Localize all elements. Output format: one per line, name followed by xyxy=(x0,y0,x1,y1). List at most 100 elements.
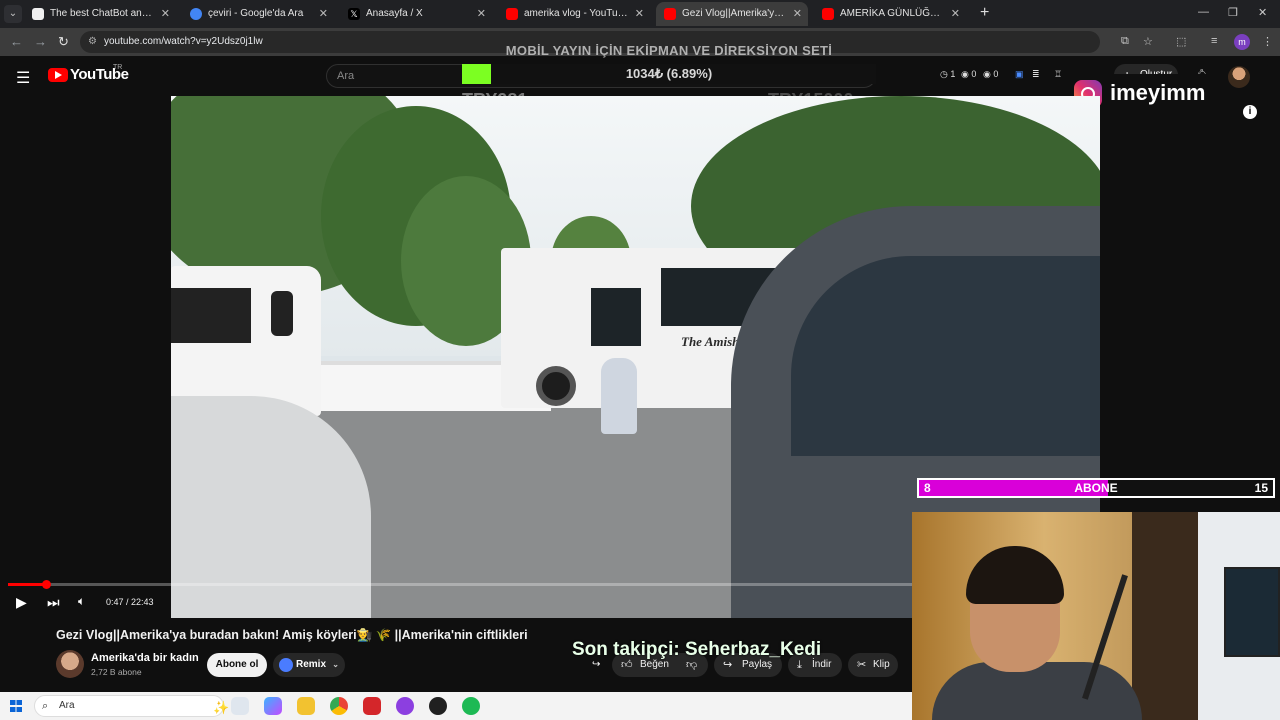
google-favicon-icon xyxy=(190,8,202,20)
video-title: Gezi Vlog||Amerika'ya buradan bakın! Ami… xyxy=(56,628,528,642)
counter-c: 0 xyxy=(993,69,999,79)
tab-title: The best ChatBot and Widgets xyxy=(50,8,176,19)
url-text: youtube.com/watch?v=y2Udsz0j1lw xyxy=(104,36,263,47)
youtube-favicon-icon xyxy=(664,8,676,20)
tab-amerika-vlog[interactable]: amerika vlog - YouTube ✕ xyxy=(498,2,650,26)
bus-cab-window xyxy=(591,288,641,346)
tab-chatbot[interactable]: The best ChatBot and Widgets ✕ xyxy=(24,2,176,26)
ext-cup-icon[interactable]: ♖ xyxy=(1054,69,1062,80)
chevron-down-icon: ⌄ xyxy=(332,660,339,669)
window-close-icon[interactable]: ✕ xyxy=(1258,6,1267,19)
extensions-icon[interactable]: ⬚ xyxy=(1176,35,1186,48)
subscriber-goal-label: ABONE xyxy=(1074,481,1118,495)
subscriber-goal-target: 15 xyxy=(1254,481,1268,495)
counter-clock-icon: ◷ 1 xyxy=(940,69,956,79)
scissors-icon: ✂ xyxy=(857,659,867,671)
tab-close-icon[interactable]: ✕ xyxy=(161,2,170,26)
webcam-shirt xyxy=(932,662,1142,720)
bus-wheel xyxy=(536,366,576,406)
tab-title: Anasayfa / X xyxy=(366,8,423,19)
obs-icon[interactable] xyxy=(429,697,447,715)
tab-title: Gezi Vlog||Amerika'ya buradan xyxy=(682,8,808,19)
taskbar-search-label: Ara xyxy=(59,700,75,711)
van-window xyxy=(271,291,293,336)
play-icon[interactable]: ▶ xyxy=(16,594,27,611)
tab-search-icon[interactable]: ⌄ xyxy=(4,5,22,23)
clip-button[interactable]: ✂ Klip xyxy=(848,653,898,677)
tab-close-icon[interactable]: ✕ xyxy=(793,2,802,26)
minimize-icon[interactable]: — xyxy=(1198,6,1209,18)
hamburger-menu-icon[interactable]: ☰ xyxy=(16,68,30,88)
reload-icon[interactable]: ↻ xyxy=(58,34,69,50)
remix-button[interactable]: Remix ⌄ xyxy=(273,653,345,677)
counter-b: 0 xyxy=(971,69,977,79)
winrar-icon[interactable] xyxy=(363,697,381,715)
chrome-icon[interactable] xyxy=(330,697,348,715)
counter-eye2-icon: ◉ 0 xyxy=(983,69,999,79)
back-icon[interactable]: ← xyxy=(10,34,23,49)
tab-title: AMERİKA GÜNLÜĞÜM | VLOG xyxy=(840,8,966,19)
subscribe-button[interactable]: Abone ol xyxy=(207,653,267,677)
copilot-icon[interactable] xyxy=(264,697,282,715)
search-icon: ⌕ xyxy=(42,700,49,712)
counter-a: 1 xyxy=(950,69,956,79)
video-time: 0:47 / 22:43 xyxy=(106,597,154,607)
tab-close-icon[interactable]: ✕ xyxy=(319,2,328,26)
browser-tab-bar: ⌄ The best ChatBot and Widgets ✕ çeviri … xyxy=(0,0,1280,28)
youtube-favicon-icon xyxy=(822,8,834,20)
subscriber-goal-bar: ABONE 8 15 xyxy=(917,478,1275,498)
channel-name[interactable]: Amerika'da bir kadın xyxy=(91,652,199,664)
taskbar-search-input[interactable]: ⌕ Ara ✨ xyxy=(34,695,229,717)
reading-list-icon[interactable]: ≡ xyxy=(1211,35,1217,47)
tab-x[interactable]: 𝕏 Anasayfa / X ✕ xyxy=(340,2,492,26)
search-highlight-icon: ✨ xyxy=(213,700,230,715)
profile-avatar[interactable]: m xyxy=(1234,34,1250,50)
volume-icon[interactable]: 🔈︎ xyxy=(78,594,85,609)
webcam-overlay xyxy=(912,512,1280,720)
van-window xyxy=(171,288,251,343)
video-scrubber-handle[interactable] xyxy=(41,580,51,589)
tab-amerika-gunlugum[interactable]: AMERİKA GÜNLÜĞÜM | VLOG ✕ xyxy=(814,2,966,26)
clip-label: Klip xyxy=(873,659,890,670)
tab-close-icon[interactable]: ✕ xyxy=(635,2,644,26)
tab-google[interactable]: çeviri - Google'da Ara ✕ xyxy=(182,2,334,26)
channel-avatar[interactable] xyxy=(56,650,84,678)
donation-goal-amount: 1034₺ (6.89%) xyxy=(625,66,713,81)
remix-label: Remix xyxy=(296,659,327,670)
site-info-icon[interactable]: ⚙ xyxy=(88,31,97,53)
last-follower-overlay: Son takipçi: Seherbaz_Kedi xyxy=(572,639,822,660)
spotify-icon[interactable] xyxy=(462,697,480,715)
video-car-window xyxy=(791,256,1100,456)
windows-start-icon[interactable] xyxy=(10,700,22,712)
channel-subscribers: 2,72 B abone xyxy=(91,667,142,677)
youtube-logo-icon[interactable] xyxy=(48,68,68,82)
task-view-icon[interactable] xyxy=(231,697,249,715)
restore-icon[interactable]: ❐ xyxy=(1228,6,1238,19)
video-person xyxy=(601,358,637,434)
donation-goal-title: MOBİL YAYIN İÇİN EKİPMAN VE DİREKSİYON S… xyxy=(505,43,833,58)
forward-icon[interactable]: → xyxy=(34,34,47,49)
chatbot-favicon-icon xyxy=(32,8,44,20)
ext-blue-icon[interactable]: ▣ xyxy=(1015,69,1024,80)
subscriber-goal-current: 8 xyxy=(924,481,931,495)
tab-close-icon[interactable]: ✕ xyxy=(951,2,960,26)
twitch-studio-icon[interactable] xyxy=(396,697,414,715)
cast-icon[interactable]: ⧉ xyxy=(1121,35,1129,48)
info-icon[interactable]: i xyxy=(1243,105,1257,119)
ext-list-icon[interactable]: ≣ xyxy=(1032,69,1040,80)
browser-menu-icon[interactable]: ⋮ xyxy=(1262,35,1273,48)
counter-eye-icon: ◉ 0 xyxy=(961,69,977,79)
webcam-monitor xyxy=(1224,567,1280,657)
x-favicon-icon: 𝕏 xyxy=(348,8,360,20)
account-avatar[interactable] xyxy=(1228,66,1250,88)
country-code: TR xyxy=(113,64,123,71)
file-explorer-icon[interactable] xyxy=(297,697,315,715)
windows-taskbar: ⌕ Ara ✨ xyxy=(0,692,912,720)
tab-title: amerika vlog - YouTube xyxy=(524,8,629,19)
instagram-handle: imeyimm xyxy=(1110,80,1206,105)
tab-close-icon[interactable]: ✕ xyxy=(477,2,486,26)
bookmark-star-icon[interactable]: ☆ xyxy=(1143,35,1153,48)
next-icon[interactable]: ⏭ xyxy=(47,594,60,611)
tab-gezi-vlog[interactable]: Gezi Vlog||Amerika'ya buradan ✕ xyxy=(656,2,808,26)
new-tab-icon[interactable]: + xyxy=(980,4,989,22)
